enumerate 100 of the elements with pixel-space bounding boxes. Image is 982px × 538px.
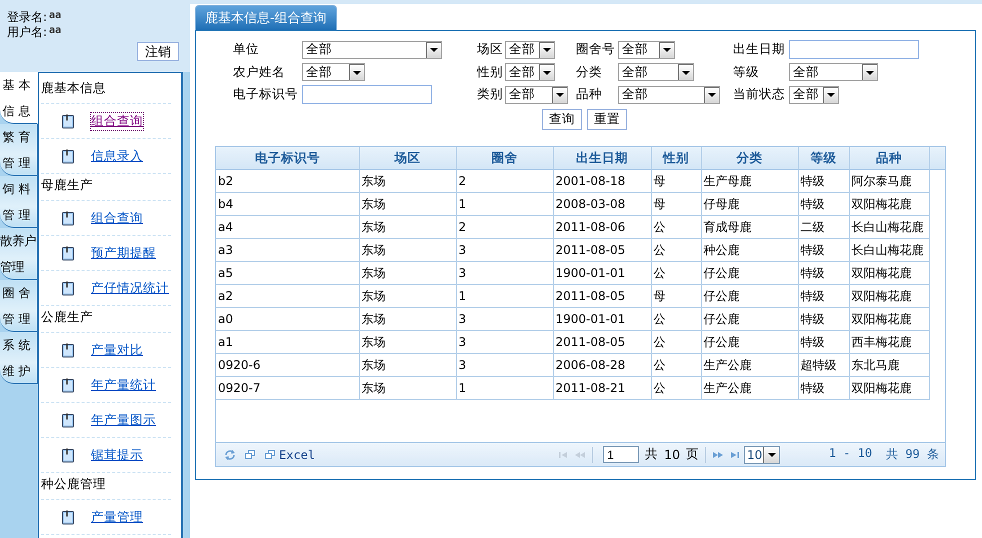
table-cell: 2011-08-21: [553, 376, 651, 400]
table-cell: 双阳梅花鹿: [849, 308, 929, 330]
table-cell: 生产公鹿: [701, 376, 798, 400]
table-cell: 东场: [359, 170, 456, 192]
user-name: aa: [49, 25, 62, 38]
table-cell: 东场: [359, 330, 456, 354]
column-header[interactable]: 分类: [701, 147, 798, 169]
table-cell: 仔公鹿: [701, 330, 798, 354]
select-field[interactable]: 全部: [789, 86, 839, 104]
form-button[interactable]: 查询: [542, 109, 582, 130]
field-label: 电子标识号: [233, 86, 299, 103]
table-cell: 仔母鹿: [701, 192, 798, 216]
table-cell: b2: [216, 170, 359, 192]
table-cell: 3: [456, 308, 553, 330]
field-label: 出生日期: [733, 41, 786, 58]
page-input[interactable]: 1: [603, 446, 640, 463]
table-cell: 特级: [798, 376, 849, 400]
select-field[interactable]: 全部: [505, 40, 555, 58]
table-cell: 二级: [798, 216, 849, 238]
menu-link[interactable]: 信息录入: [91, 148, 143, 164]
note-icon: [61, 412, 75, 428]
table-cell: 长白山梅花鹿: [849, 216, 929, 238]
nav-tab[interactable]: 系统维护: [0, 332, 38, 384]
table-cell: 东北马鹿: [849, 354, 929, 376]
form-button[interactable]: 重置: [587, 109, 627, 130]
table-cell: 2001-08-18: [553, 170, 651, 192]
table-cell: 双阳梅花鹿: [849, 192, 929, 216]
column-header[interactable]: 场区: [359, 147, 456, 169]
table-cell: 2011-08-05: [553, 238, 651, 262]
table-cell: 0920-6: [216, 354, 359, 376]
nav-tab[interactable]: 散养户管理: [0, 228, 38, 280]
field-label: 性别: [477, 64, 504, 80]
table-cell: 3: [456, 354, 553, 376]
column-header[interactable]: 圈舍: [456, 147, 553, 169]
page-tab[interactable]: 鹿基本信息-组合查询: [195, 5, 337, 30]
column-header[interactable]: 等级: [798, 147, 849, 169]
table-cell: 东场: [359, 216, 456, 238]
table-cell: 东场: [359, 354, 456, 376]
table-cell: 特级: [798, 238, 849, 262]
table-cell: 仔公鹿: [701, 262, 798, 284]
select-field[interactable]: 全部: [789, 63, 878, 81]
menu-link[interactable]: 年产量图示: [91, 412, 156, 428]
menu-link[interactable]: 组合查询: [91, 210, 143, 226]
nav-tab[interactable]: 圈舍管理: [0, 280, 38, 332]
select-field[interactable]: 全部: [505, 86, 568, 104]
menu-group-title: 种公鹿管理: [41, 475, 106, 493]
table-cell: 阿尔泰马鹿: [849, 170, 929, 192]
note-icon: [61, 510, 75, 524]
nav-tab[interactable]: 繁育管理: [0, 124, 38, 176]
select-field[interactable]: 全部: [618, 86, 720, 104]
record-range: 1 - 10: [828, 446, 872, 462]
table-cell: 母: [651, 192, 701, 216]
column-header[interactable]: 出生日期: [553, 147, 651, 169]
menu-link[interactable]: 年产量统计: [91, 376, 156, 394]
table-cell: 3: [456, 262, 553, 284]
table-cell: 公: [651, 238, 701, 262]
page-size-select[interactable]: 10: [744, 446, 780, 464]
login-label: 登录名:: [7, 10, 48, 25]
menu-link[interactable]: 产量管理: [91, 508, 143, 526]
select-field[interactable]: 全部: [618, 63, 694, 81]
menu-link[interactable]: 产仔情况统计: [91, 280, 169, 296]
field-label: 品种: [576, 86, 603, 103]
export-excel-link[interactable]: Excel: [279, 448, 316, 462]
table-cell: 母: [651, 170, 701, 192]
field-label: 单位: [233, 41, 260, 58]
table-cell: 特级: [798, 284, 849, 308]
table-cell: 公: [651, 262, 701, 284]
nav-tab[interactable]: 基本信息: [0, 72, 38, 124]
table-cell: 2006-08-28: [553, 354, 651, 376]
input-field[interactable]: [789, 40, 919, 59]
menu-link[interactable]: 产量对比: [91, 342, 143, 358]
logout-button[interactable]: 注销: [137, 42, 179, 61]
select-field[interactable]: 全部: [302, 40, 442, 58]
field-label: 场区: [477, 41, 504, 58]
menu-link[interactable]: 预产期提醒: [91, 244, 156, 262]
note-icon: [61, 246, 75, 260]
menu-link[interactable]: 锯茸提示: [91, 446, 143, 464]
table-cell: 公: [651, 330, 701, 354]
record-total: 共 99 条: [886, 446, 939, 463]
column-header[interactable]: 电子标识号: [216, 147, 359, 169]
input-field[interactable]: [302, 85, 432, 104]
select-field[interactable]: 全部: [505, 63, 555, 81]
table-cell: 1900-01-01: [553, 308, 651, 330]
nav-tab[interactable]: 饲料管理: [0, 176, 38, 228]
note-icon: [61, 448, 75, 462]
table-cell: 生产公鹿: [701, 354, 798, 376]
note-icon: [61, 210, 75, 226]
menu-link[interactable]: 组合查询: [91, 112, 143, 130]
column-header[interactable]: 性别: [651, 147, 701, 169]
select-field[interactable]: 全部: [618, 40, 675, 58]
column-header[interactable]: 品种: [849, 147, 929, 169]
table-cell: 0920-7: [216, 376, 359, 400]
table-cell: a2: [216, 284, 359, 308]
table-cell: a5: [216, 262, 359, 284]
field-label: 分类: [576, 64, 603, 80]
select-field[interactable]: 全部: [302, 63, 365, 81]
table-cell: 1900-01-01: [553, 262, 651, 284]
refresh-icon: [224, 448, 236, 460]
table-cell: 生产母鹿: [701, 170, 798, 192]
note-icon: [61, 280, 75, 296]
